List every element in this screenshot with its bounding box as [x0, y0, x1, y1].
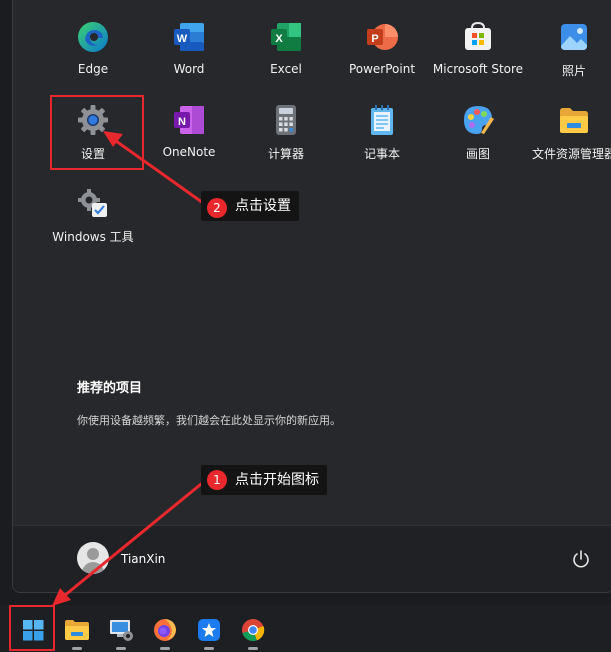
- app-label: Windows 工具: [52, 230, 134, 244]
- app-label: 设置: [80, 147, 105, 161]
- step-badge-2: 2: [207, 198, 227, 218]
- taskbar-file-explorer[interactable]: [59, 612, 95, 650]
- step-badge-1: 1: [207, 470, 227, 490]
- svg-text:P: P: [371, 33, 378, 45]
- windows-tools-icon: [76, 186, 110, 220]
- app-paint[interactable]: 画图: [430, 103, 526, 162]
- gear-icon: [76, 103, 110, 137]
- app-powerpoint[interactable]: P PowerPoint: [334, 20, 430, 76]
- control-panel-icon: [110, 620, 133, 641]
- taskbar-firefox[interactable]: [147, 612, 183, 650]
- start-icon: [23, 620, 44, 641]
- power-icon[interactable]: [571, 549, 591, 569]
- app-settings[interactable]: 设置: [45, 103, 141, 162]
- app-label: Microsoft Store: [432, 62, 524, 76]
- app-calculator[interactable]: 计算器: [238, 103, 334, 162]
- taskbar-control-panel[interactable]: [103, 612, 139, 650]
- firefox-icon: [154, 619, 176, 641]
- app-word[interactable]: W Word: [141, 20, 237, 76]
- svg-text:W: W: [177, 33, 188, 45]
- pin-app-icon: [198, 619, 220, 641]
- avatar[interactable]: [77, 542, 109, 574]
- taskbar: [0, 605, 611, 652]
- photos-icon: [557, 20, 591, 54]
- recommended-description: 你使用设备越频繁，我们越会在此处显示你的新应用。: [77, 414, 341, 427]
- app-edge[interactable]: Edge: [45, 20, 141, 76]
- start-menu: Edge W Word X Excel P PowerPoint Microso…: [12, 0, 611, 593]
- word-icon: W: [172, 20, 206, 54]
- app-label: OneNote: [162, 145, 216, 159]
- paint-icon: [461, 103, 495, 137]
- powerpoint-icon: P: [365, 20, 399, 54]
- app-label: Edge: [77, 62, 109, 76]
- chrome-icon: [242, 619, 265, 642]
- callout-text: 点击开始图标: [235, 472, 319, 488]
- app-label: Word: [173, 62, 205, 76]
- app-label: 文件资源管理器: [531, 147, 611, 161]
- recommended-title: 推荐的项目: [77, 381, 143, 396]
- notepad-icon: [365, 103, 399, 137]
- user-name[interactable]: TianXin: [121, 552, 165, 566]
- app-label: PowerPoint: [348, 62, 416, 76]
- app-microsoft-store[interactable]: Microsoft Store: [430, 20, 526, 76]
- app-notepad[interactable]: 记事本: [334, 103, 430, 162]
- app-onenote[interactable]: N OneNote: [141, 103, 237, 159]
- app-file-explorer[interactable]: 文件资源管理器: [526, 103, 611, 162]
- folder-icon: [557, 103, 591, 137]
- taskbar-pinned-app[interactable]: [191, 612, 227, 650]
- app-label: 画图: [465, 147, 490, 161]
- excel-icon: X: [269, 20, 303, 54]
- app-label: 计算器: [267, 147, 304, 161]
- app-excel[interactable]: X Excel: [238, 20, 334, 76]
- app-label: Excel: [270, 62, 302, 76]
- app-label: 照片: [561, 64, 586, 78]
- calculator-icon: [269, 103, 303, 137]
- file-explorer-icon: [65, 620, 89, 640]
- svg-text:X: X: [275, 33, 283, 45]
- app-photos[interactable]: 照片: [526, 20, 611, 79]
- taskbar-start-button[interactable]: [15, 612, 51, 648]
- edge-icon: [76, 20, 110, 54]
- app-label: 记事本: [363, 147, 400, 161]
- taskbar-chrome[interactable]: [235, 612, 271, 650]
- app-windows-tools[interactable]: Windows 工具: [45, 186, 141, 245]
- store-icon: [461, 20, 495, 54]
- svg-text:N: N: [178, 116, 186, 128]
- callout-text: 点击设置: [235, 198, 291, 214]
- onenote-icon: N: [172, 103, 206, 137]
